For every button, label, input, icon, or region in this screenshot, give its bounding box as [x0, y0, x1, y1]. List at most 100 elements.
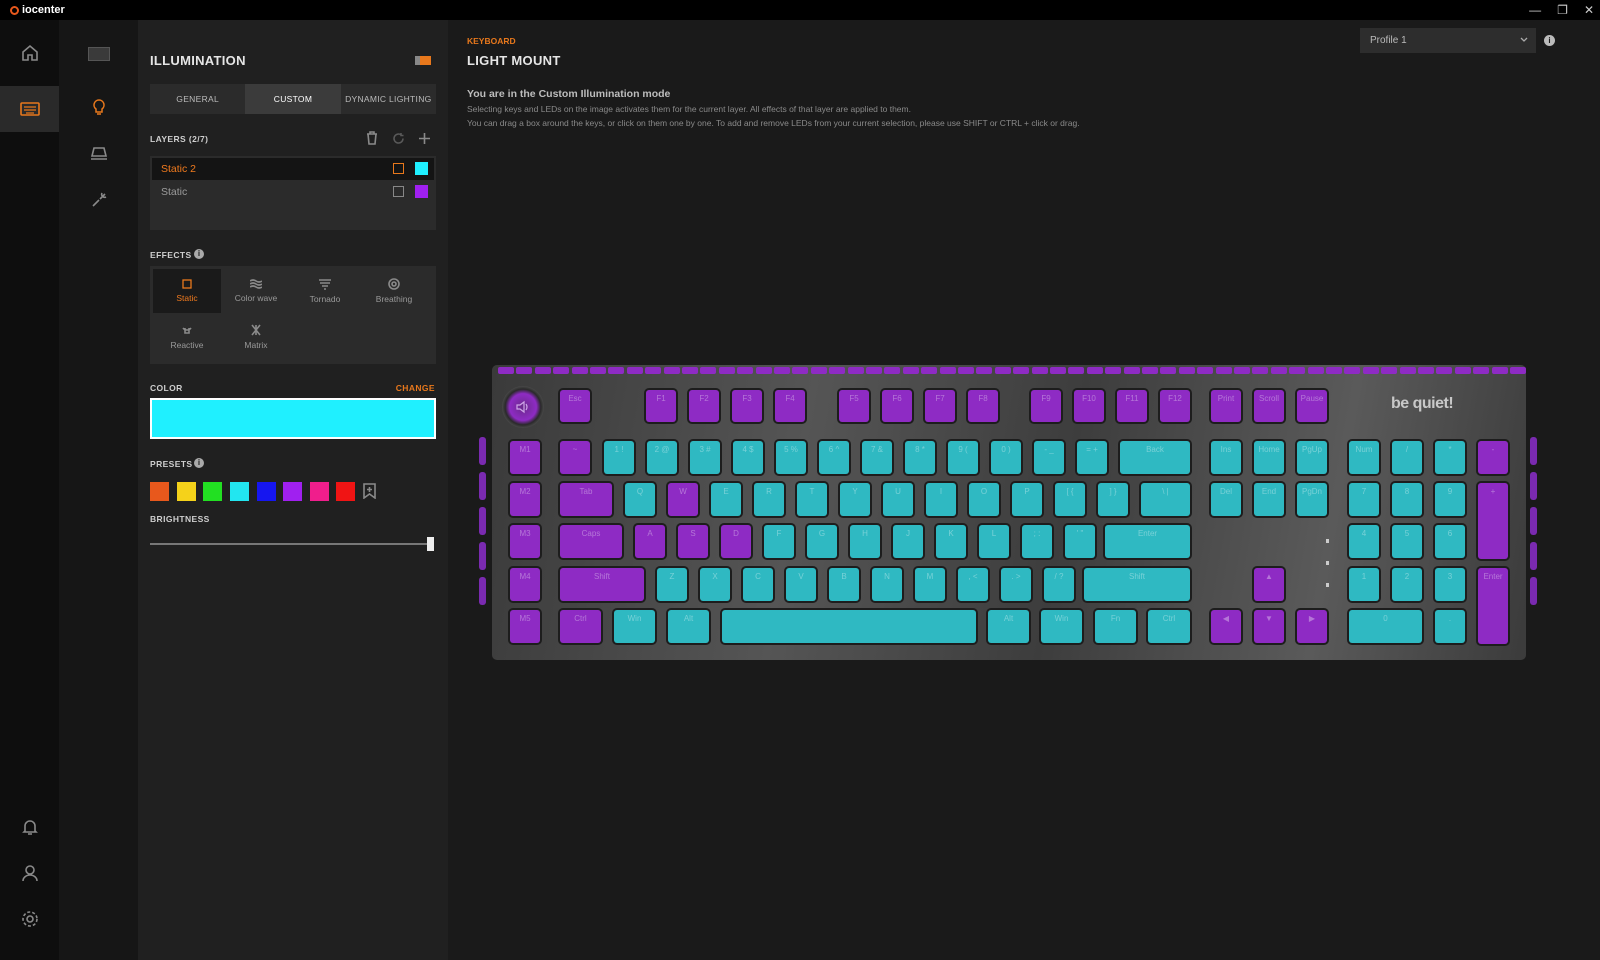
layer-row-static-2[interactable]: Static 2 — [152, 158, 434, 180]
layer-color-swatch[interactable] — [415, 185, 428, 198]
led-strip-segment[interactable] — [1270, 367, 1287, 374]
key[interactable]: Fn — [1095, 610, 1136, 643]
save-preset-icon[interactable] — [363, 483, 376, 499]
key[interactable]: \ | — [1141, 483, 1190, 516]
key[interactable]: Win — [1041, 610, 1082, 643]
led-strip-segment[interactable] — [737, 367, 754, 374]
key[interactable]: E — [711, 483, 741, 516]
preset-swatch[interactable] — [150, 482, 169, 501]
brightness-slider-thumb[interactable] — [427, 537, 434, 551]
subnav-tools[interactable] — [59, 180, 138, 220]
key[interactable]: W — [668, 483, 698, 516]
key[interactable]: 9 ( — [948, 441, 978, 474]
key[interactable]: Back — [1120, 441, 1190, 474]
key[interactable]: ▼ — [1254, 610, 1284, 643]
subnav-illumination[interactable] — [59, 88, 138, 128]
subnav-light-mount[interactable] — [59, 134, 138, 174]
key[interactable]: 7 & — [862, 441, 892, 474]
led-strip-segment[interactable] — [1436, 367, 1453, 374]
effect-color-wave[interactable]: Color wave — [222, 269, 290, 313]
led-strip-segment[interactable] — [1234, 367, 1250, 374]
led-strip-segment[interactable] — [847, 367, 864, 374]
key[interactable]: I — [926, 483, 956, 516]
key[interactable] — [722, 610, 976, 643]
side-led[interactable] — [479, 542, 486, 570]
tab-dynamic-lighting[interactable]: DYNAMIC LIGHTING — [341, 84, 436, 114]
close-button[interactable]: ✕ — [1584, 3, 1594, 17]
led-strip-segment[interactable] — [1381, 367, 1398, 374]
led-strip-segment[interactable] — [1068, 367, 1085, 374]
key[interactable]: 5 — [1392, 525, 1422, 558]
key[interactable]: Alt — [988, 610, 1029, 643]
led-strip-segment[interactable] — [1050, 367, 1066, 374]
key[interactable]: Print — [1211, 390, 1241, 422]
led-strip-segment[interactable] — [884, 367, 901, 374]
key[interactable]: V — [786, 568, 816, 601]
key[interactable]: C — [743, 568, 773, 601]
brightness-slider-track[interactable] — [150, 543, 432, 545]
led-strip-segment[interactable] — [498, 367, 514, 374]
key[interactable]: S — [678, 525, 708, 558]
led-strip-segment[interactable] — [571, 367, 588, 374]
key[interactable]: . > — [1001, 568, 1031, 601]
key[interactable]: * — [1435, 441, 1465, 474]
key[interactable]: J — [893, 525, 923, 558]
key[interactable]: / ? — [1044, 568, 1074, 601]
side-led[interactable] — [1530, 507, 1537, 535]
key[interactable]: Num — [1349, 441, 1379, 474]
key[interactable]: Enter — [1105, 525, 1190, 558]
led-strip-segment[interactable] — [1289, 367, 1306, 374]
key[interactable]: F10 — [1074, 390, 1104, 422]
key[interactable]: Shift — [560, 568, 644, 601]
led-strip-segment[interactable] — [1142, 367, 1158, 374]
effect-tornado[interactable]: Tornado — [291, 269, 359, 313]
key[interactable]: Alt — [668, 610, 709, 643]
key[interactable]: P — [1012, 483, 1042, 516]
key[interactable]: Scroll — [1254, 390, 1284, 422]
change-color-link[interactable]: CHANGE — [396, 383, 435, 393]
key[interactable]: 4 $ — [733, 441, 763, 474]
key[interactable]: ' " — [1065, 525, 1095, 558]
layer-visibility-toggle[interactable] — [393, 186, 404, 197]
tab-custom[interactable]: CUSTOM — [245, 84, 341, 114]
key[interactable]: - — [1478, 441, 1508, 474]
side-led[interactable] — [479, 577, 486, 605]
key[interactable]: 6 ^ — [819, 441, 849, 474]
preset-swatch[interactable] — [336, 482, 355, 501]
key[interactable]: Caps — [560, 525, 622, 558]
key[interactable]: F4 — [775, 390, 805, 422]
key[interactable]: F8 — [968, 390, 998, 422]
led-strip-segment[interactable] — [976, 367, 993, 374]
key[interactable]: 7 — [1349, 483, 1379, 516]
key[interactable]: F1 — [646, 390, 676, 422]
key[interactable]: 3 — [1435, 568, 1465, 601]
led-strip-segment[interactable] — [590, 367, 606, 374]
led-strip-segment[interactable] — [1510, 367, 1526, 374]
led-strip-segment[interactable] — [645, 367, 662, 374]
key[interactable]: Ctrl — [1148, 610, 1190, 643]
key[interactable]: 9 — [1435, 483, 1465, 516]
effect-reactive[interactable]: Reactive — [153, 315, 221, 359]
key[interactable]: PgUp — [1297, 441, 1327, 474]
profile-info-icon[interactable]: i — [1544, 35, 1555, 46]
led-strip-segment[interactable] — [755, 367, 772, 374]
key[interactable]: Z — [657, 568, 687, 601]
side-led[interactable] — [1530, 577, 1537, 605]
key[interactable]: T — [797, 483, 827, 516]
key[interactable]: X — [700, 568, 730, 601]
layer-visibility-toggle[interactable] — [393, 163, 404, 174]
nav-settings[interactable] — [0, 896, 59, 942]
key[interactable]: ▲ — [1254, 568, 1284, 601]
side-led[interactable] — [479, 472, 486, 500]
key[interactable]: D — [721, 525, 751, 558]
key[interactable]: F11 — [1117, 390, 1147, 422]
side-led[interactable] — [1530, 542, 1537, 570]
key[interactable]: M5 — [510, 610, 540, 643]
side-led[interactable] — [1530, 437, 1537, 465]
led-strip-segment[interactable] — [626, 367, 643, 374]
key[interactable]: F6 — [882, 390, 912, 422]
led-strip-segment[interactable] — [1031, 367, 1048, 374]
led-strip-segment[interactable] — [1491, 367, 1508, 374]
preset-swatch[interactable] — [257, 482, 276, 501]
key[interactable]: L — [979, 525, 1009, 558]
